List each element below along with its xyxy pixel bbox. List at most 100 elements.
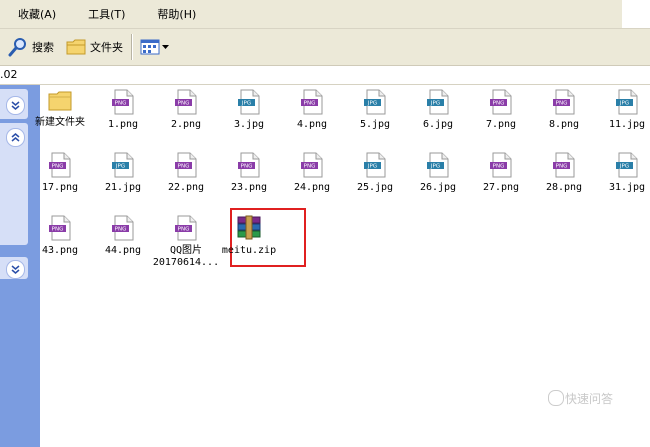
file-item[interactable]: PNG 22.png [151,152,221,194]
file-name: meitu.zip [221,245,277,256]
svg-text:PNG: PNG [178,227,190,233]
file-item[interactable]: PNG QQ图片 20170614... [151,215,221,269]
file-item[interactable]: PNG 44.png [88,215,158,257]
watermark-icon [548,390,564,406]
folder-item[interactable]: 新建文件夹 [25,89,95,129]
folders-button-label: 文件夹 [90,41,123,54]
svg-text:PNG: PNG [556,101,568,107]
file-name: 4.png [296,119,328,130]
svg-text:JPG: JPG [430,164,440,170]
views-button[interactable] [140,39,169,55]
png-file-icon: PNG [553,152,575,178]
png-file-icon: PNG [112,215,134,241]
file-item[interactable]: JPG 25.jpg [340,152,410,194]
views-icon [140,39,160,55]
jpg-file-icon: JPG [616,152,638,178]
search-button-label: 搜索 [32,41,54,54]
file-name: 23.png [230,182,268,193]
folders-button[interactable]: 文件夹 [66,38,123,56]
file-name: 5.jpg [359,119,391,130]
file-item[interactable]: JPG 21.jpg [88,152,158,194]
svg-text:JPG: JPG [430,101,440,107]
file-name: 31.jpg [608,182,646,193]
file-item[interactable]: PNG 23.png [214,152,284,194]
file-item[interactable]: JPG 11.jpg [592,89,650,131]
windows-logo [622,0,650,28]
svg-text:PNG: PNG [241,164,253,170]
address-text: .02 [0,68,18,81]
file-name: 6.jpg [422,119,454,130]
collapse-panel-1-button[interactable] [6,96,25,115]
png-file-icon: PNG [49,152,71,178]
svg-text:JPG: JPG [241,101,251,107]
file-name: 7.png [485,119,517,130]
file-item[interactable]: PNG 28.png [529,152,599,194]
folder-icon [66,39,86,55]
file-name: 新建文件夹 [35,117,85,128]
file-item[interactable]: PNG 7.png [466,89,536,131]
png-file-icon: PNG [238,152,260,178]
file-name: 26.jpg [419,182,457,193]
file-item[interactable]: PNG 17.png [25,152,95,194]
chevron-double-down-icon [11,265,20,274]
png-file-icon: PNG [49,215,71,241]
jpg-file-icon: JPG [427,89,449,115]
file-item[interactable]: meitu.zip [214,215,284,257]
png-file-icon: PNG [175,215,197,241]
file-name: 44.png [104,245,142,256]
svg-text:JPG: JPG [367,164,377,170]
collapse-panel-2-button[interactable] [6,128,25,147]
file-name: 22.png [167,182,205,193]
file-item[interactable]: PNG 8.png [529,89,599,131]
png-file-icon: PNG [490,89,512,115]
toolbar: 搜索 文件夹 [0,29,650,66]
file-item[interactable]: JPG 31.jpg [592,152,650,194]
menu-help[interactable]: 帮助(H) [157,6,196,22]
file-item[interactable]: PNG 2.png [151,89,221,131]
svg-text:PNG: PNG [178,101,190,107]
png-file-icon: PNG [301,152,323,178]
png-file-icon: PNG [490,152,512,178]
png-file-icon: PNG [301,89,323,115]
file-name: 1.png [107,119,139,130]
chevron-double-up-icon [11,133,20,142]
file-name: 21.jpg [104,182,142,193]
search-button[interactable]: 搜索 [8,37,54,57]
jpg-file-icon: JPG [364,152,386,178]
file-item[interactable]: PNG 43.png [25,215,95,257]
svg-text:PNG: PNG [493,101,505,107]
menu-favorites[interactable]: 收藏(A) [18,6,56,22]
png-file-icon: PNG [112,89,134,115]
menu-bar: 收藏(A) 工具(T) 帮助(H) [0,0,650,29]
png-file-icon: PNG [175,152,197,178]
file-name: 17.png [41,182,79,193]
file-item[interactable]: JPG 6.jpg [403,89,473,131]
svg-text:PNG: PNG [52,227,64,233]
svg-text:PNG: PNG [52,164,64,170]
png-file-icon: PNG [175,89,197,115]
toolbar-separator [131,34,132,60]
collapse-panel-3-button[interactable] [6,260,25,279]
file-item[interactable]: JPG 5.jpg [340,89,410,131]
svg-text:JPG: JPG [115,164,125,170]
svg-text:JPG: JPG [619,101,629,107]
file-item[interactable]: PNG 27.png [466,152,536,194]
file-item[interactable]: JPG 26.jpg [403,152,473,194]
svg-text:PNG: PNG [115,227,127,233]
svg-text:PNG: PNG [178,164,190,170]
svg-text:PNG: PNG [304,101,316,107]
file-item[interactable]: PNG 24.png [277,152,347,194]
file-item[interactable]: PNG 1.png [88,89,158,131]
menu-tools[interactable]: 工具(T) [88,6,125,22]
file-name: 3.jpg [233,119,265,130]
folder-icon [48,91,72,111]
svg-text:JPG: JPG [367,101,377,107]
file-name: 43.png [41,245,79,256]
file-item[interactable]: JPG 3.jpg [214,89,284,131]
chevron-down-icon [162,45,169,49]
address-bar[interactable]: .02 [0,66,650,85]
jpg-file-icon: JPG [112,152,134,178]
chevron-double-down-icon [11,101,20,110]
file-name: 2.png [170,119,202,130]
file-item[interactable]: PNG 4.png [277,89,347,131]
